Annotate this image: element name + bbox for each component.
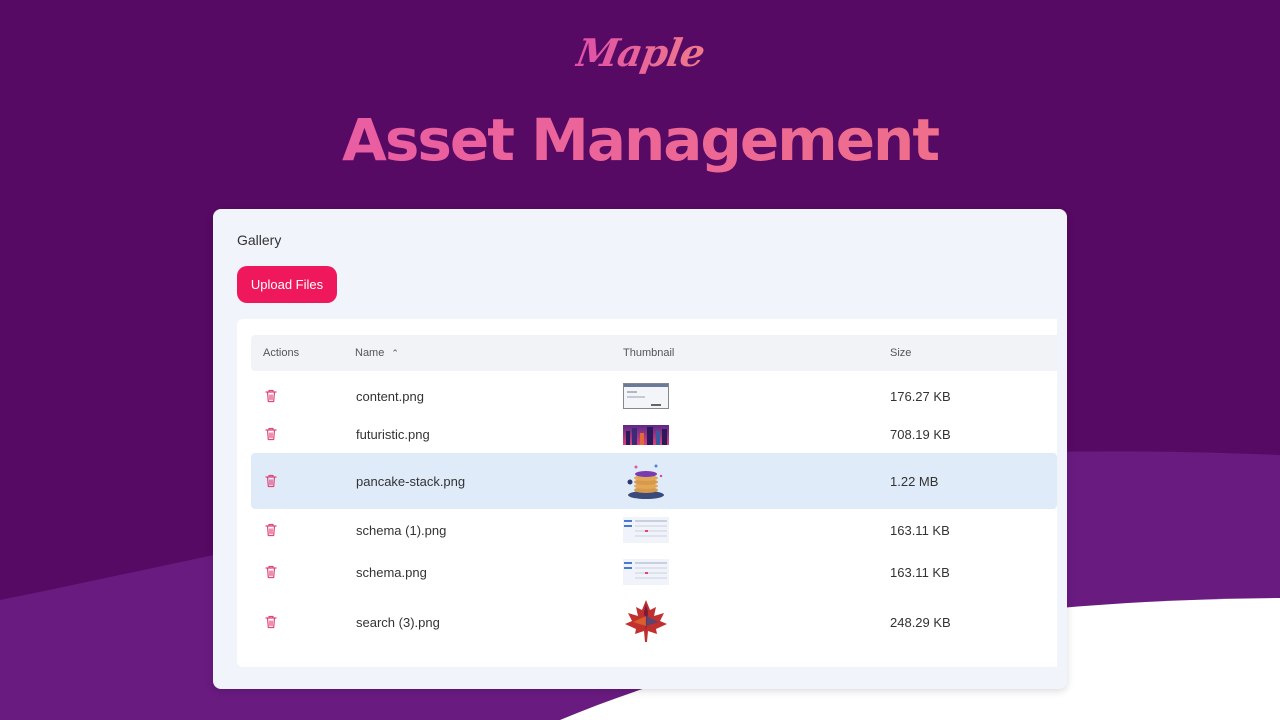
- gallery-title: Gallery: [237, 232, 282, 248]
- files-table: Actions Name ⌃ Thumbnail Size content.png…: [237, 319, 1057, 667]
- table-row[interactable]: pancake-stack.png 1.22 MB: [251, 453, 1057, 509]
- column-header-actions: Actions: [263, 347, 300, 359]
- trash-icon[interactable]: [265, 427, 277, 441]
- file-name: schema (1).png: [356, 523, 447, 538]
- logo-text: Maple: [572, 30, 708, 75]
- file-size: 163.11 KB: [890, 523, 950, 538]
- column-header-size: Size: [890, 347, 912, 359]
- table-row[interactable]: schema.png 163.11 KB: [251, 551, 1057, 591]
- file-size: 163.11 KB: [890, 565, 950, 580]
- trash-icon[interactable]: [265, 523, 277, 537]
- file-name: pancake-stack.png: [356, 474, 466, 489]
- file-name: schema.png: [356, 565, 427, 580]
- chevron-up-icon[interactable]: ⌃: [391, 348, 399, 359]
- trash-icon[interactable]: [265, 615, 277, 629]
- file-size: 248.29 KB: [890, 615, 951, 630]
- file-size: 708.19 KB: [890, 427, 951, 442]
- maple-leaf-thumbnail: [625, 600, 667, 642]
- table-row[interactable]: content.png 176.27 KB: [251, 377, 1057, 417]
- file-name: search (3).png: [356, 615, 440, 630]
- file-name: content.png: [356, 389, 424, 404]
- maple-logo: Maple: [0, 30, 1280, 75]
- file-size: 176.27 KB: [890, 389, 951, 404]
- table-row[interactable]: schema (1).png 163.11 KB: [251, 509, 1057, 551]
- gallery-panel: Gallery Upload Files Actions Name ⌃ Thumb…: [213, 209, 1067, 689]
- table-header: Actions Name ⌃ Thumbnail Size: [251, 335, 1057, 371]
- schema-thumbnail: [623, 559, 669, 585]
- page-title: Asset Management: [0, 106, 1280, 174]
- city-image-thumbnail: [623, 425, 669, 445]
- column-header-thumbnail: Thumbnail: [623, 347, 675, 359]
- trash-icon[interactable]: [265, 389, 277, 403]
- column-header-name[interactable]: Name ⌃: [355, 347, 399, 359]
- file-size: 1.22 MB: [890, 474, 939, 489]
- file-name: futuristic.png: [356, 427, 430, 442]
- column-header-name-label: Name: [355, 347, 385, 359]
- table-row[interactable]: search (3).png 248.29 KB: [251, 591, 1057, 651]
- schema-thumbnail: [623, 517, 669, 543]
- upload-files-button[interactable]: Upload Files: [237, 266, 337, 303]
- trash-icon[interactable]: [265, 474, 277, 488]
- table-row[interactable]: futuristic.png 708.19 KB: [251, 417, 1057, 453]
- trash-icon[interactable]: [265, 565, 277, 579]
- screenshot-thumbnail: [623, 383, 669, 409]
- pancake-image-thumbnail: [627, 464, 664, 499]
